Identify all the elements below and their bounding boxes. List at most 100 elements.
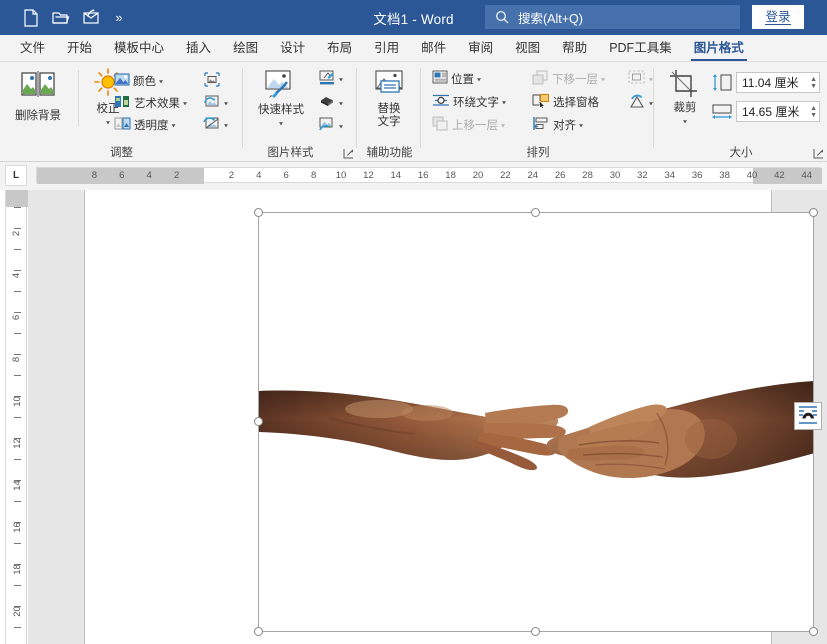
ruler-tick: 8 [6,354,28,365]
chevron-down-icon[interactable]: ▾ [649,75,653,82]
picture-styles-dialog-launcher[interactable] [343,148,354,159]
chevron-down-icon[interactable]: ▾ [601,75,605,82]
ruler-tick: 6 [6,312,28,323]
compress-pictures-button[interactable] [203,70,221,92]
bring-forward-icon [432,116,449,134]
document-canvas[interactable] [28,190,827,644]
position-button[interactable]: 位置 ▾ [432,68,481,90]
chevron-down-icon[interactable]: ▾ [339,75,343,82]
color-button[interactable]: 颜色 ▾ [114,70,163,92]
quick-styles-button[interactable]: 快速样式 ▾ [250,69,312,130]
search-box[interactable]: 搜索(Alt+Q) [485,5,740,29]
shape-width-stepper[interactable]: ▲▼ [810,105,817,119]
size-dialog-launcher[interactable] [813,148,824,159]
shape-width-field[interactable]: 14.65 厘米 ▲▼ [736,101,820,122]
chevron-down-icon[interactable]: ▾ [579,121,583,128]
ruler-tick: 2 [6,228,28,239]
align-button[interactable]: 对齐 ▾ [532,114,583,136]
selection-pane-label: 选择窗格 [553,94,599,110]
change-picture-button[interactable]: ▾ [203,92,228,114]
picture-effects-button[interactable]: ▾ [318,92,343,114]
ruler-dash [14,249,21,250]
selected-picture[interactable] [258,212,814,632]
chevron-down-icon[interactable]: ▾ [224,121,228,128]
chevron-down-icon[interactable]: ▾ [224,99,228,106]
tab-layout[interactable]: 布局 [316,35,363,62]
tab-file[interactable]: 文件 [9,35,56,62]
chevron-down-icon[interactable]: ▾ [159,77,163,84]
resize-handle-top-right[interactable] [809,208,818,217]
ruler-tick: 6 [276,169,296,183]
artistic-effects-icon [114,94,131,112]
tab-stop-selector[interactable]: L [5,165,27,186]
tab-template-center[interactable]: 模板中心 [103,35,175,62]
tab-home[interactable]: 开始 [56,35,103,62]
ribbon-group-size: 大小 裁剪 ▾ 11.04 厘米 ▲▼ [655,62,827,162]
tab-draw[interactable]: 绘图 [222,35,269,62]
tab-pdf-tools[interactable]: PDF工具集 [598,35,683,62]
group-objects-button[interactable]: ▾ [628,68,653,90]
document-page[interactable] [84,190,772,644]
shape-width-value: 14.65 厘米 [742,103,810,120]
tab-design[interactable]: 设计 [269,35,316,62]
ruler-tick: 6 [112,169,132,183]
crop-button[interactable]: 裁剪 ▾ [663,69,707,128]
picture-layout-button[interactable]: ▾ [318,115,343,137]
selection-pane-button[interactable]: 选择窗格 [532,91,599,113]
rotate-button[interactable]: ▾ [628,92,653,114]
chevron-down-icon[interactable]: ▾ [183,99,187,106]
tab-help[interactable]: 帮助 [551,35,598,62]
ruler-tick: 14 [6,480,28,491]
tab-references[interactable]: 引用 [363,35,410,62]
chevron-down-icon[interactable]: ▾ [339,122,343,129]
ruler-tick: 20 [468,169,488,183]
chevron-down-icon[interactable]: ▾ [477,75,481,82]
send-backward-label: 下移一层 [552,71,598,87]
tab-review[interactable]: 审阅 [457,35,504,62]
ruler-tick: 24 [523,169,543,183]
resize-handle-bottom-right[interactable] [809,627,818,636]
transparency-button[interactable]: 透明度 ▾ [114,114,176,136]
chevron-down-icon[interactable]: ▾ [279,118,283,128]
remove-background-button[interactable]: 删除背景 [4,70,72,123]
resize-handle-top-center[interactable] [531,208,540,217]
chevron-down-icon[interactable]: ▾ [339,99,343,106]
resize-handle-top-left[interactable] [254,208,263,217]
resize-handle-middle-left[interactable] [254,417,263,426]
send-backward-button[interactable]: 下移一层 ▾ [532,68,605,90]
bring-forward-button[interactable]: 上移一层 ▾ [432,114,505,136]
shape-height-field[interactable]: 11.04 厘米 ▲▼ [736,72,820,93]
chevron-down-icon[interactable]: ▾ [172,121,176,128]
tab-mailings[interactable]: 邮件 [410,35,457,62]
ruler-tick: 10 [6,396,28,407]
horizontal-ruler[interactable]: L 86422468101214161820222426283032343638… [0,162,827,190]
chevron-down-icon[interactable]: ▾ [501,121,505,128]
resize-handle-bottom-left[interactable] [254,627,263,636]
wrap-text-label: 环绕文字 [453,94,499,110]
group-label-adjust: 调整 [0,144,243,160]
sign-in-button[interactable]: 登录 [752,5,804,29]
layout-options-button[interactable] [794,402,822,430]
chevron-down-icon[interactable]: ▾ [683,116,687,126]
chevron-down-icon[interactable]: ▾ [106,117,110,127]
ruler-tick: 16 [6,522,28,533]
horizontal-ruler-bar[interactable]: 8642246810121416182022242628303234363840… [36,167,821,183]
tab-insert[interactable]: 插入 [175,35,222,62]
ruler-tick: 30 [605,169,625,183]
artistic-effects-button[interactable]: 艺术效果 ▾ [114,92,187,114]
chevron-down-icon[interactable]: ▾ [649,99,653,106]
shape-height-stepper[interactable]: ▲▼ [810,76,817,90]
picture-border-button[interactable]: ▾ [318,68,343,90]
tab-picture-format[interactable]: 图片格式 [683,35,755,62]
resize-handle-bottom-center[interactable] [531,627,540,636]
reset-picture-button[interactable]: ▾ [203,114,228,136]
group-objects-icon [628,70,646,88]
ruler-dash [14,291,21,292]
wrap-text-button[interactable]: 环绕文字 ▾ [432,91,506,113]
align-label: 对齐 [553,117,576,133]
alt-text-button[interactable]: 替换 文字 [366,70,412,129]
bring-forward-label: 上移一层 [452,117,498,133]
chevron-down-icon[interactable]: ▾ [502,98,506,105]
tab-view[interactable]: 视图 [504,35,551,62]
vertical-ruler[interactable]: 2468101214161820 [5,190,27,644]
